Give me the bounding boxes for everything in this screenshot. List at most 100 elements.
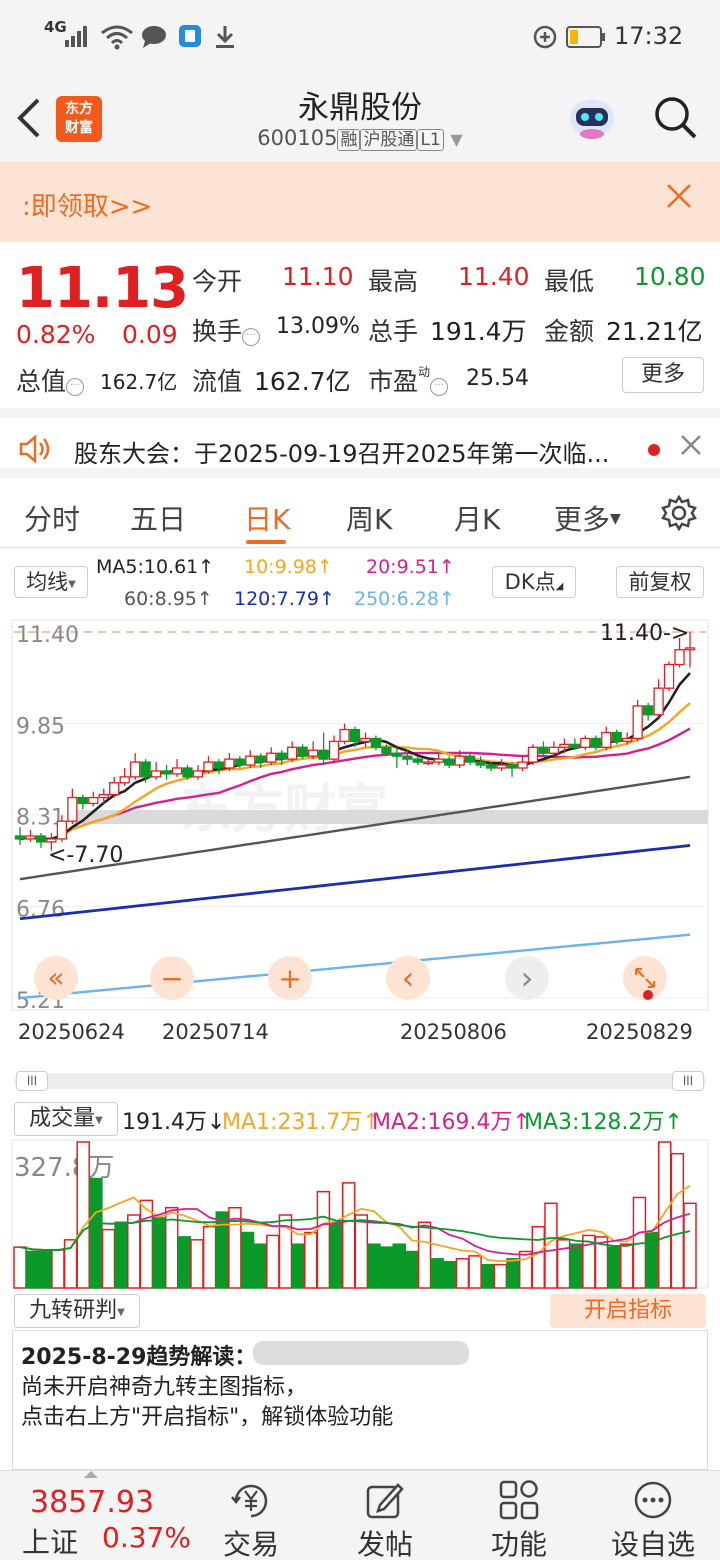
candle (538, 746, 549, 754)
pe-value: 25.54 (466, 366, 529, 391)
notice-bar[interactable]: 股东大会：于2025-09-19召开2025年第一次临... (0, 408, 720, 478)
turnover-label[interactable]: 换手 ··· (192, 312, 261, 348)
candle (684, 647, 696, 651)
volume-selector[interactable]: 成交量▼ (14, 1102, 118, 1136)
bottom-navigation: 3857.93 上证 0.37% 交易 发帖 功能 设自选 (0, 1470, 720, 1560)
candle (234, 758, 245, 766)
edit-icon (366, 1483, 404, 1519)
volume-bar (480, 1263, 495, 1289)
index-name[interactable]: 上证 (22, 1521, 78, 1560)
download-icon (216, 26, 234, 48)
volume-label: 总手 (368, 317, 419, 346)
candle (130, 761, 141, 778)
wifi-icon (101, 25, 133, 50)
expand-arrow-icon[interactable] (84, 1471, 98, 1478)
notice-text[interactable]: 股东大会：于2025-09-19召开2025年第一次临... (74, 434, 609, 469)
amount-value: 21.21亿 (606, 317, 703, 346)
more-button[interactable]: 更多 (622, 357, 704, 393)
turnover-value: 13.09% (276, 314, 360, 339)
dk-point-button[interactable]: DK点◢ (492, 566, 576, 598)
volume-ma2: MA2:169.4万↑ (372, 1110, 531, 1135)
trend-analysis-box[interactable]: 2025-8-29趋势解读： 尚未开启神奇九转主图指标， 点击右上方"开启指标"… (12, 1330, 708, 1470)
open-value: 11.10 (282, 262, 354, 291)
analysis-line-1: 尚未开启神奇九转主图指标， (21, 1375, 308, 1400)
scroll-handle-left[interactable]: ||| (16, 1071, 48, 1091)
index-percent[interactable]: 0.37% (102, 1521, 191, 1554)
volume-value: 191.4万↓ (122, 1110, 226, 1135)
enable-indicator-button[interactable]: 开启指标 (550, 1294, 706, 1328)
candle (98, 793, 109, 799)
close-icon[interactable] (680, 434, 702, 460)
volume-bar (657, 1141, 672, 1289)
volume-bar (215, 1211, 230, 1289)
date-label: 20250829 (586, 1020, 693, 1044)
speaker-icon (19, 434, 50, 464)
candle (25, 835, 36, 840)
candle (339, 728, 350, 743)
volume-bar (316, 1190, 331, 1289)
search-icon[interactable] (652, 94, 698, 140)
candle (35, 835, 47, 843)
volume-bar (670, 1152, 685, 1289)
ma10-label: 10:9.98↑ (244, 556, 333, 578)
indicator-selector[interactable]: 九转研判▼ (14, 1294, 140, 1328)
yuan-icon (231, 1484, 268, 1518)
tab-daily-k[interactable]: 日K (244, 498, 290, 538)
tab-weekly-k[interactable]: 周K (346, 498, 392, 538)
dropdown-icon: ▼ (450, 130, 463, 149)
notification-dot (643, 990, 653, 1000)
volume-chart[interactable]: 327.8万 (0, 1138, 720, 1290)
gear-icon[interactable] (660, 494, 698, 532)
scroll-handle-right[interactable]: ||| (672, 1071, 704, 1091)
ma5-label: MA5:10.61↑ (96, 556, 215, 578)
promo-banner[interactable]: :即领取>> (0, 162, 720, 242)
promo-text[interactable]: :即领取>> (22, 186, 152, 223)
candle (213, 761, 225, 769)
candle (653, 687, 664, 716)
volume-bar (506, 1258, 520, 1289)
total-cap-label[interactable]: 总值 ··· (16, 362, 85, 398)
low-label: 最低 (544, 267, 595, 296)
candle (67, 796, 78, 822)
volume-bar (76, 1141, 90, 1289)
candle (444, 758, 455, 766)
assistant-robot-icon[interactable] (566, 94, 618, 142)
tab-monthly-k[interactable]: 月K (454, 498, 500, 538)
volume-bar (341, 1182, 356, 1289)
kline-chart[interactable]: 东方财富 11.409.858.316.765.21 11.40-> <-7.7… (0, 612, 720, 1012)
zoom-in-icon: + (278, 962, 301, 995)
candle (423, 761, 434, 765)
candle (590, 737, 601, 748)
volume-bar (379, 1246, 394, 1289)
candle (496, 764, 507, 769)
tab-intraday[interactable]: 分时 (24, 498, 80, 538)
tab-five-day[interactable]: 五日 (130, 498, 186, 538)
pe-label[interactable]: 市盈动··· (368, 362, 449, 398)
adjust-button[interactable]: 前复权 (616, 566, 704, 598)
tab-more[interactable]: 更多▼ (554, 498, 621, 538)
analysis-title: 2025-8-29趋势解读： (21, 1345, 257, 1370)
chart-scrollbar[interactable] (14, 1073, 706, 1089)
corner-icon: ◢ (555, 581, 564, 592)
candle (381, 746, 392, 754)
blurred-text (253, 1341, 469, 1365)
analysis-line-2: 点击右上方"开启指标"，解锁体验功能 (21, 1405, 394, 1430)
signal-icon (65, 26, 87, 47)
candle (276, 752, 287, 760)
volume-bar (51, 1249, 65, 1289)
prev-icon: ‹ (402, 959, 415, 997)
candle (266, 752, 277, 763)
volume-bar (392, 1243, 406, 1289)
connect-tag: 沪股通 (360, 129, 418, 151)
candle (349, 728, 361, 743)
candle (611, 731, 622, 743)
volume-bar (455, 1258, 470, 1289)
candle (150, 770, 162, 778)
volume-bar (607, 1246, 621, 1289)
index-value[interactable]: 3857.93 (30, 1485, 154, 1520)
total-cap-value: 162.7亿 (100, 370, 178, 394)
volume-bar (683, 1202, 697, 1289)
ma-selector[interactable]: 均线▼ (14, 566, 88, 598)
close-icon[interactable] (664, 180, 694, 220)
dropdown-icon: ▼ (68, 579, 76, 590)
